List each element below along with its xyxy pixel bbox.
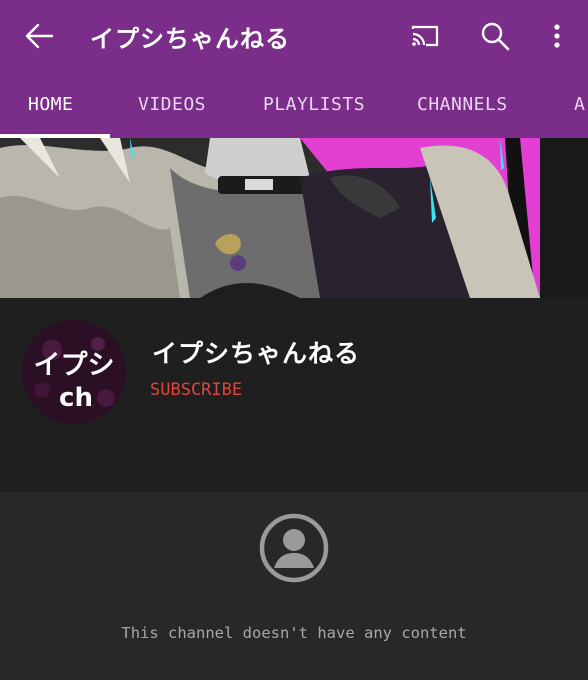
tab-about[interactable]: A [574,94,585,115]
empty-state-message: This channel doesn't have any content [121,624,467,642]
avatar-text-top: イプシ [34,350,115,381]
cast-icon[interactable] [408,19,442,53]
tab-channels[interactable]: CHANNELS [417,94,508,115]
channel-banner [0,138,588,298]
subscribe-button[interactable]: SUBSCRIBE [150,380,242,400]
channel-name: イプシちゃんねる [152,339,361,368]
app-bar: イプシちゃんねる [0,0,588,78]
tab-playlists[interactable]: PLAYLISTS [263,94,365,115]
account-circle-icon [259,513,329,583]
empty-state: This channel doesn't have any content [0,492,588,680]
tab-bar: HOME VIDEOS PLAYLISTS CHANNELS A [0,78,588,138]
arrow-left-icon[interactable] [22,20,58,52]
search-icon[interactable] [478,19,512,53]
channel-header: イプシ ch イプシちゃんねる SUBSCRIBE [0,298,588,492]
page-title: イプシちゃんねる [90,25,290,53]
avatar-text-bottom: ch [59,383,93,413]
tab-videos[interactable]: VIDEOS [138,94,206,115]
avatar[interactable]: イプシ ch [22,320,126,424]
more-vert-icon[interactable] [540,19,574,53]
tab-home[interactable]: HOME [28,94,73,115]
